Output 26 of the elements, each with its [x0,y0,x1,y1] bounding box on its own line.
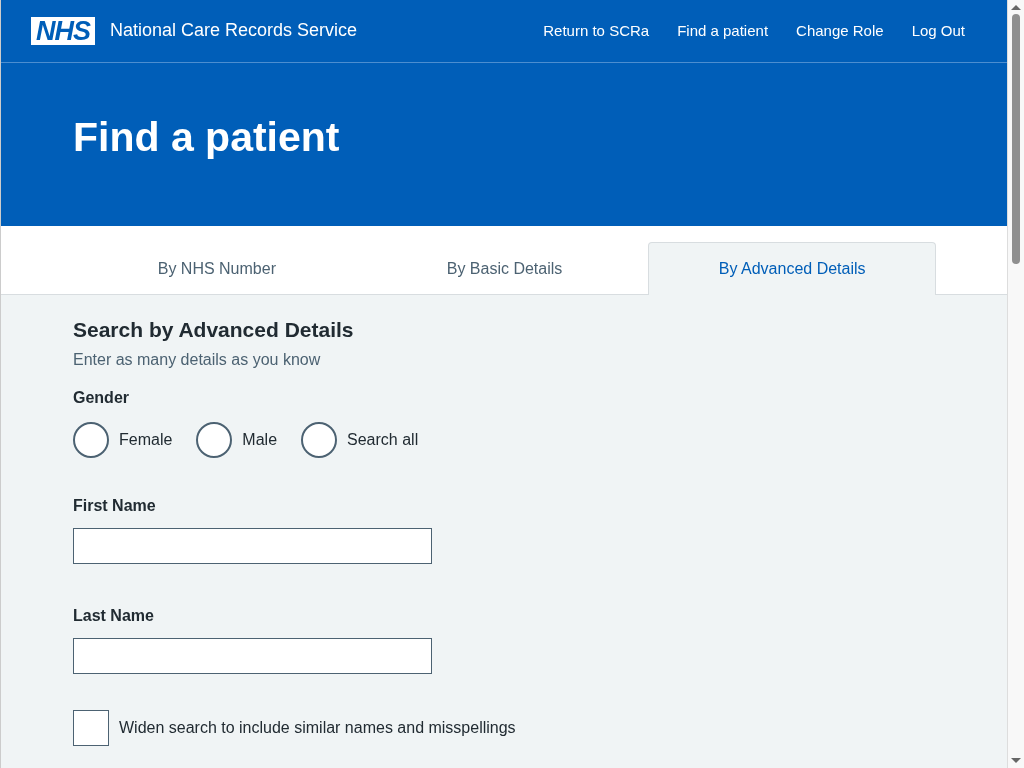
radio-label: Female [119,430,173,450]
input-field[interactable] [73,638,432,674]
scrollbar[interactable] [1007,0,1024,768]
radio-label: Search all [347,430,419,450]
radio-button[interactable] [73,422,109,458]
nav-link[interactable]: Log Out [911,19,965,43]
section-heading: Search by Advanced Details [73,316,355,342]
radio-button[interactable] [196,422,233,458]
nhs-logo[interactable]: NHS [31,16,95,45]
tab[interactable]: By NHS Number [73,241,361,295]
service-name: National Care Records Service [110,19,358,43]
nav-link[interactable]: Return to SCRa [543,19,650,43]
checkbox-label: Widen search to include similar names and misspellings [119,718,516,738]
radio-button[interactable] [301,422,338,458]
page-title: Find a patient [73,112,341,162]
hint-text: Enter as many details as you know [73,350,322,370]
field-label: First Name [73,496,157,516]
radio-label: Male [242,430,278,450]
nav-link[interactable]: Change Role [796,19,884,43]
checkbox[interactable] [73,710,109,746]
field-label: Gender [73,388,130,408]
input-field[interactable] [73,528,432,564]
tab[interactable]: By Advanced Details [648,241,936,295]
field-label: Last Name [73,606,155,626]
nav-link[interactable]: Find a patient [677,19,769,43]
tab[interactable]: By Basic Details [360,241,649,295]
